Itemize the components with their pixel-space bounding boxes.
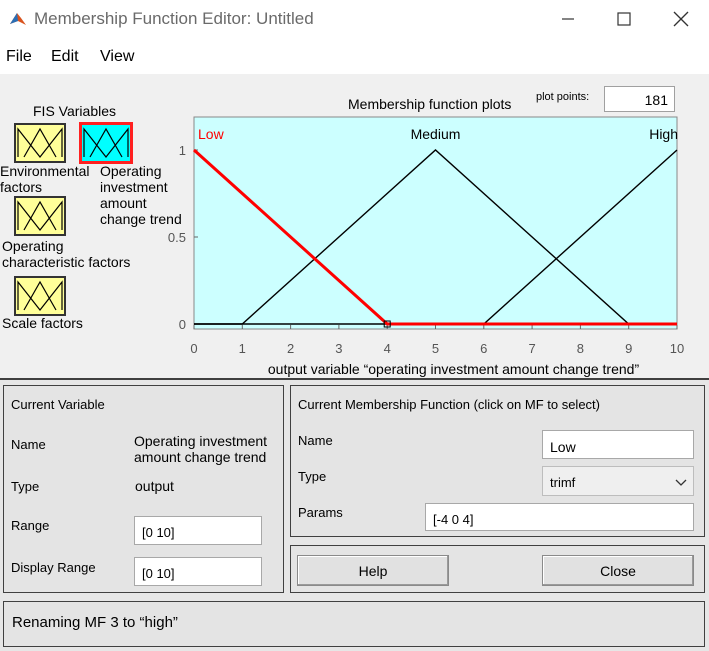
current-mf-heading: Current Membership Function (click on MF… xyxy=(298,397,600,412)
help-button[interactable]: Help xyxy=(297,555,449,586)
x-tick-label: 9 xyxy=(625,341,632,356)
y-tick-label: 0 xyxy=(179,317,186,332)
variable-type-value: output xyxy=(135,478,174,494)
variable-name-value: Operating investment amount change trend xyxy=(134,433,268,465)
mf-params-label: Params xyxy=(298,505,343,520)
maximize-icon xyxy=(617,12,631,26)
menu-view[interactable]: View xyxy=(100,48,134,66)
chevron-down-icon xyxy=(675,479,687,486)
mf-name-label: Name xyxy=(298,433,333,448)
x-tick-label: 8 xyxy=(577,341,584,356)
mf-name-input[interactable]: Low xyxy=(542,430,694,459)
mf-params-input[interactable]: [-4 0 4] xyxy=(425,503,694,531)
mf-label-medium: Medium xyxy=(411,126,461,142)
mf-label-high: High xyxy=(649,126,678,142)
maximize-button[interactable] xyxy=(596,0,652,38)
status-text: Renaming MF 3 to “high” xyxy=(12,614,178,631)
x-tick-label: 4 xyxy=(384,341,391,356)
x-tick-label: 5 xyxy=(432,341,439,356)
minimize-icon xyxy=(562,18,574,20)
current-variable-heading: Current Variable xyxy=(11,397,105,412)
x-tick-label: 10 xyxy=(670,341,684,356)
menu-edit[interactable]: Edit xyxy=(51,48,79,66)
x-tick-label: 6 xyxy=(480,341,487,356)
x-axis-label: output variable “operating investment am… xyxy=(268,361,640,377)
close-window-button[interactable] xyxy=(653,0,709,38)
y-tick-label: 1 xyxy=(179,143,186,158)
mf-type-value: trimf xyxy=(550,475,576,490)
y-tick-label: 0.5 xyxy=(168,230,186,245)
range-label: Range xyxy=(11,518,50,533)
display-range-label: Display Range xyxy=(11,560,96,575)
membership-function-plot[interactable]: 0 1 2 3 4 5 6 7 8 9 10 0 0.5 1 Low Medium High output var… xyxy=(0,74,709,378)
matlab-icon xyxy=(9,10,27,28)
x-tick-label: 2 xyxy=(287,341,294,356)
window-title: Membership Function Editor: Untitled xyxy=(34,9,314,28)
close-button[interactable]: Close xyxy=(542,555,694,586)
menu-file[interactable]: File xyxy=(6,48,32,66)
minimize-button[interactable] xyxy=(540,0,596,38)
display-range-input[interactable]: [0 10] xyxy=(134,557,262,586)
variable-name-label: Name xyxy=(11,437,46,452)
x-tick-label: 1 xyxy=(239,341,246,356)
mf-label-low: Low xyxy=(198,126,225,142)
x-tick-label: 3 xyxy=(335,341,342,356)
close-icon xyxy=(673,11,689,27)
x-tick-label: 7 xyxy=(528,341,535,356)
x-tick-label: 0 xyxy=(190,341,197,356)
plot-area xyxy=(193,116,678,330)
variable-type-label: Type xyxy=(11,479,40,494)
range-input[interactable]: [0 10] xyxy=(134,516,262,545)
mf-type-label: Type xyxy=(298,469,327,484)
mf-type-select[interactable]: trimf xyxy=(542,466,694,496)
